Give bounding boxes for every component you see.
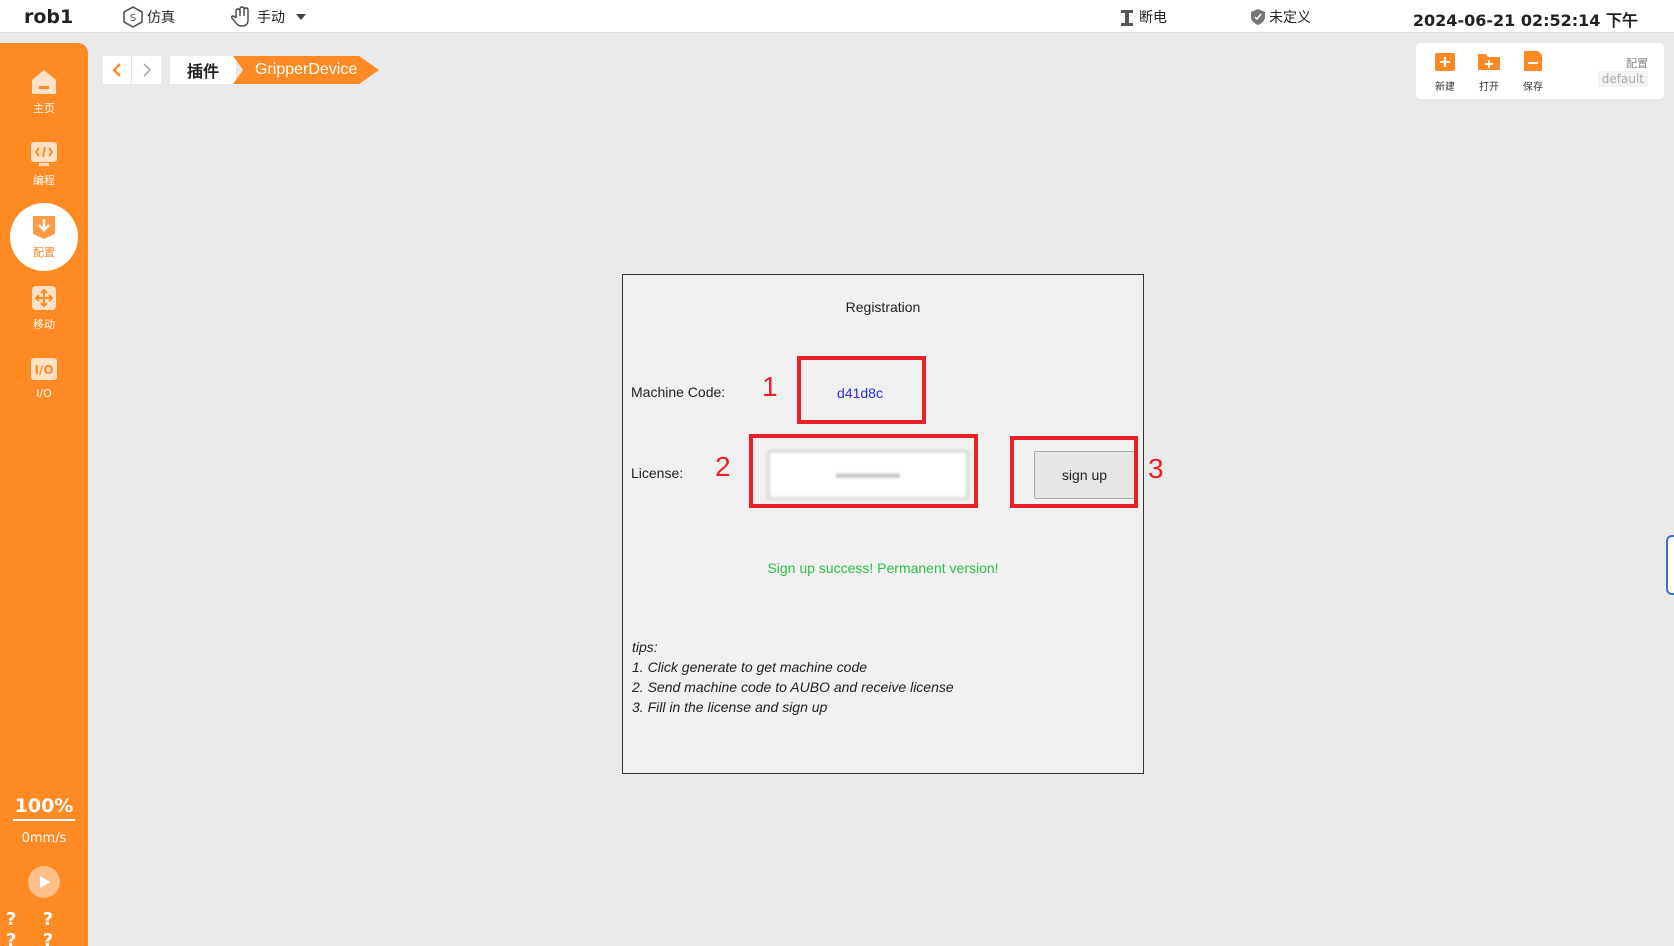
io-icon: I/O <box>31 358 57 380</box>
sidebar-item-label: 主页 <box>33 101 55 115</box>
annotation-box-2 <box>749 434 978 508</box>
annotation-box-1 <box>797 356 926 424</box>
sidebar-item-move[interactable]: 移动 <box>0 275 88 339</box>
new-file-icon <box>1435 53 1455 71</box>
breadcrumb-current-label: GripperDevice <box>255 61 358 78</box>
tips-heading: tips: <box>632 639 658 655</box>
simulation-icon: S <box>123 6 143 28</box>
manual-mode-dropdown[interactable]: 手动 <box>230 6 314 28</box>
file-toolbar: 新建 打开 保存 配置 default <box>1416 43 1664 99</box>
tip-item: 2. Send machine code to AUBO and receive… <box>632 679 954 695</box>
safety-status: 未定义 <box>1250 6 1311 28</box>
chevron-right-icon <box>142 63 151 77</box>
sidebar-item-programming[interactable]: 编程 <box>0 131 88 195</box>
speed-value: 0mm/s <box>21 831 67 846</box>
breadcrumb-plugins[interactable]: 插件 <box>170 56 236 84</box>
breadcrumb-current: GripperDevice <box>233 56 379 84</box>
license-label: License: <box>631 465 684 481</box>
save-label: 保存 <box>1523 82 1543 93</box>
speed-percent[interactable]: 100% <box>12 795 76 821</box>
sidebar-item-home[interactable]: 主页 <box>0 59 88 123</box>
config-icon <box>33 215 55 239</box>
forward-button[interactable] <box>132 56 161 84</box>
manual-label: 手动 <box>257 10 285 26</box>
play-icon <box>40 876 50 888</box>
power-status: 断电 <box>1118 6 1167 28</box>
sidebar-item-io[interactable]: I/O I/O <box>0 345 88 409</box>
power-status-label: 断电 <box>1139 10 1167 26</box>
move-icon <box>32 285 56 310</box>
sidebar-item-label: 配置 <box>33 245 55 259</box>
machine-code-label: Machine Code: <box>631 384 726 400</box>
sidebar-item-label: I/O <box>36 387 52 400</box>
open-button[interactable]: 打开 <box>1469 49 1509 93</box>
play-button[interactable] <box>28 866 60 898</box>
code-icon <box>31 141 57 166</box>
tip-item: 3. Fill in the license and sign up <box>632 699 828 715</box>
config-select[interactable]: default <box>1597 71 1648 87</box>
folder-icon <box>1478 54 1500 70</box>
robot-name: rob1 <box>24 6 74 28</box>
speed-display[interactable]: 100% 0mm/s <box>0 795 88 846</box>
registration-dialog: Registration Machine Code: d41d8c Licens… <box>622 274 1144 774</box>
robot-arm-icon <box>1121 10 1133 26</box>
simulation-label: 仿真 <box>147 10 175 26</box>
annotation-number-1: 1 <box>762 371 778 402</box>
annotation-box-3 <box>1010 436 1138 508</box>
sidebar-item-config[interactable]: 配置 <box>0 203 88 271</box>
chevron-down-icon <box>296 14 306 20</box>
back-button[interactable] <box>103 56 132 84</box>
success-message: Sign up success! Permanent version! <box>767 560 999 576</box>
sidebar: 主页 编程 配置 移动 I/O I/O 100% 0mm/s ? ? ? ? <box>0 43 88 946</box>
open-label: 打开 <box>1479 82 1499 93</box>
save-button[interactable]: 保存 <box>1513 49 1553 93</box>
status-marks: ? ? ? ? <box>6 909 64 946</box>
home-icon <box>32 69 56 94</box>
save-icon <box>1524 51 1542 71</box>
simulation-mode[interactable]: S 仿真 <box>122 6 175 28</box>
sidebar-item-label: 移动 <box>33 317 55 331</box>
top-bar: rob1 S 仿真 手动 断电 未定义 2024-06-21 02:52:14 … <box>0 0 1674 33</box>
tips-text: tips: 1. Click generate to get machine c… <box>632 637 954 717</box>
svg-text:I/O: I/O <box>34 363 53 377</box>
chevron-left-icon <box>112 63 121 77</box>
tip-item: 1. Click generate to get machine code <box>632 659 868 675</box>
annotation-number-2: 2 <box>715 451 731 482</box>
new-button[interactable]: 新建 <box>1425 49 1465 93</box>
datetime: 2024-06-21 02:52:14 下午 <box>1412 11 1638 30</box>
new-label: 新建 <box>1435 82 1455 93</box>
shield-icon <box>1251 9 1265 25</box>
history-nav <box>103 56 161 84</box>
dialog-title: Registration <box>845 299 921 315</box>
sidebar-item-label: 编程 <box>33 173 55 187</box>
side-panel-tab[interactable] <box>1666 535 1674 595</box>
annotation-number-3: 3 <box>1148 453 1164 484</box>
svg-text:S: S <box>130 13 136 24</box>
safety-status-label: 未定义 <box>1269 10 1311 26</box>
hand-icon <box>230 6 249 27</box>
config-label: 配置 <box>1626 57 1648 70</box>
